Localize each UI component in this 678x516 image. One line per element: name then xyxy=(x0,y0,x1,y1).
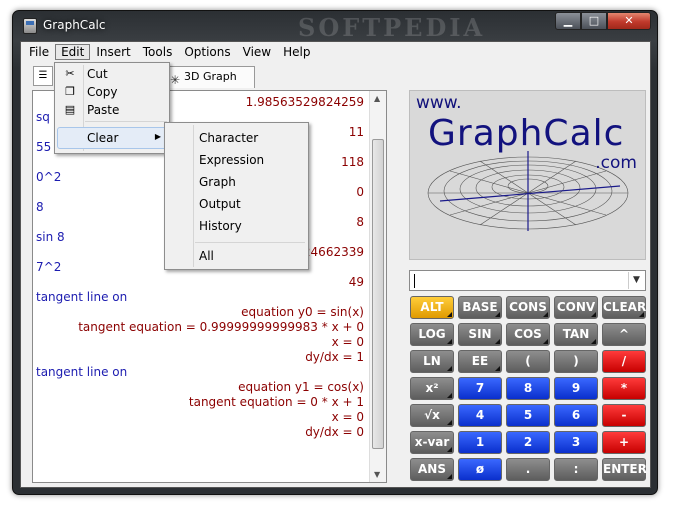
key-30[interactable]: ANS xyxy=(410,458,454,481)
clear-output[interactable]: Output xyxy=(199,195,241,213)
menu-paste[interactable]: Paste xyxy=(87,101,119,119)
key-3[interactable]: CONV xyxy=(554,296,598,319)
graphcalc-logo: www. GraphCalc .com xyxy=(409,90,646,260)
clear-all[interactable]: All xyxy=(199,247,214,265)
clear-graph[interactable]: Graph xyxy=(199,173,236,191)
history-output-line: tangent equation = 0 * x + 1 xyxy=(188,395,364,409)
menu-tools[interactable]: Tools xyxy=(137,44,179,60)
key-22[interactable]: 5 xyxy=(506,404,550,427)
key-7[interactable]: COS xyxy=(506,323,550,346)
key-34[interactable]: ENTER xyxy=(602,458,647,481)
menu-copy[interactable]: Copy xyxy=(87,83,117,101)
title-bar[interactable]: GraphCalc SOFTPEDIA ▁ □ ✕ xyxy=(13,11,657,42)
key-25[interactable]: x-var xyxy=(410,431,454,454)
key-8[interactable]: TAN xyxy=(554,323,598,346)
chevron-down-icon[interactable]: ▼ xyxy=(628,272,644,289)
key-1[interactable]: BASE xyxy=(458,296,502,319)
history-output-line: 49 xyxy=(348,275,364,289)
key-5[interactable]: LOG xyxy=(410,323,454,346)
key-2[interactable]: CONS xyxy=(506,296,550,319)
window-title: GraphCalc xyxy=(43,18,106,32)
scissors-icon: ✂ xyxy=(65,67,75,80)
clear-expression[interactable]: Expression xyxy=(199,151,264,169)
logo-com: .com xyxy=(595,153,637,173)
scroll-up-icon[interactable]: ▲ xyxy=(374,94,380,103)
logo-www: www. xyxy=(416,93,462,113)
key-20[interactable]: √x xyxy=(410,404,454,427)
menu-insert[interactable]: Insert xyxy=(90,44,136,60)
close-button[interactable]: ✕ xyxy=(607,12,651,30)
expression-input[interactable]: ▼ xyxy=(409,270,646,291)
watermark: SOFTPEDIA xyxy=(298,13,486,42)
maximize-button[interactable]: □ xyxy=(581,12,607,30)
menu-bar: File Edit Insert Tools Options View Help xyxy=(21,42,650,62)
key-13[interactable]: ) xyxy=(554,350,598,373)
history-input-line: tangent line on xyxy=(36,290,128,304)
key-26[interactable]: 1 xyxy=(458,431,502,454)
key-15[interactable]: x² xyxy=(410,377,454,400)
tab-3d-graph[interactable]: ✳ 3D Graph xyxy=(165,66,255,88)
scroll-down-icon[interactable]: ▼ xyxy=(374,470,380,479)
key-12[interactable]: ( xyxy=(506,350,550,373)
clear-character[interactable]: Character xyxy=(199,129,258,147)
submenu-arrow-icon: ▶ xyxy=(154,132,161,141)
menu-clear[interactable]: Clear xyxy=(87,129,118,147)
key-18[interactable]: 9 xyxy=(554,377,598,400)
key-14[interactable]: / xyxy=(602,350,646,373)
minimize-button[interactable]: ▁ xyxy=(555,12,581,30)
key-11[interactable]: EE xyxy=(458,350,502,373)
history-output-line: x = 0 xyxy=(331,410,364,424)
key-0[interactable]: ALT xyxy=(410,296,454,319)
key-19[interactable]: * xyxy=(602,377,646,400)
keypad: ALT BASE CONS CONV CLEAR LOG SIN COS TAN ^ LN EE() /… xyxy=(410,296,650,481)
history-output-line: dy/dx = 0 xyxy=(305,425,364,439)
menu-options[interactable]: Options xyxy=(178,44,236,60)
menu-help[interactable]: Help xyxy=(277,44,316,60)
history-output-line: equation y0 = sin(x) xyxy=(241,305,364,319)
history-output-line: x = 0 xyxy=(331,335,364,349)
history-output-line: equation y1 = cos(x) xyxy=(238,380,364,394)
key-6[interactable]: SIN xyxy=(458,323,502,346)
copy-icon: ❐ xyxy=(65,85,75,98)
key-28[interactable]: 3 xyxy=(554,431,598,454)
key-27[interactable]: 2 xyxy=(506,431,550,454)
history-output-line: dy/dx = 1 xyxy=(305,350,364,364)
history-input-line: tangent line on xyxy=(36,365,128,379)
key-24[interactable]: - xyxy=(602,404,646,427)
text-caret xyxy=(414,274,415,288)
tab-3d-graph-label: 3D Graph xyxy=(184,70,237,83)
key-16[interactable]: 7 xyxy=(458,377,502,400)
key-4[interactable]: CLEAR xyxy=(602,296,646,319)
paste-icon: ▤ xyxy=(64,103,76,116)
app-icon[interactable] xyxy=(23,18,37,34)
key-17[interactable]: 8 xyxy=(506,377,550,400)
key-33[interactable]: : xyxy=(554,458,598,481)
edit-menu: ✂ Cut ❐ Copy ▤ Paste Clear ▶ xyxy=(54,62,170,154)
menu-edit[interactable]: Edit xyxy=(55,44,91,60)
key-29[interactable]: + xyxy=(602,431,646,454)
key-32[interactable]: . xyxy=(506,458,550,481)
clear-history[interactable]: History xyxy=(199,217,242,235)
menu-separator xyxy=(195,242,305,243)
menu-separator xyxy=(85,121,167,122)
key-9[interactable]: ^ xyxy=(602,323,646,346)
menu-file[interactable]: File xyxy=(23,44,55,60)
key-21[interactable]: 4 xyxy=(458,404,502,427)
key-10[interactable]: LN xyxy=(410,350,454,373)
history-output-line: tangent equation = 0.99999999999983 * x … xyxy=(78,320,364,334)
graph-3d-icon: ✳ xyxy=(170,73,181,87)
key-31[interactable]: ø xyxy=(458,458,502,481)
menu-cut[interactable]: Cut xyxy=(87,65,108,83)
clear-submenu: Character Expression Graph Output Histor… xyxy=(164,122,309,270)
menu-view[interactable]: View xyxy=(237,44,277,60)
tab-list-icon[interactable]: ☰ xyxy=(33,66,53,86)
scroll-thumb[interactable] xyxy=(372,139,384,449)
output-scrollbar[interactable]: ▲ ▼ xyxy=(369,91,386,482)
key-23[interactable]: 6 xyxy=(554,404,598,427)
logo-name: GraphCalc xyxy=(428,113,625,154)
